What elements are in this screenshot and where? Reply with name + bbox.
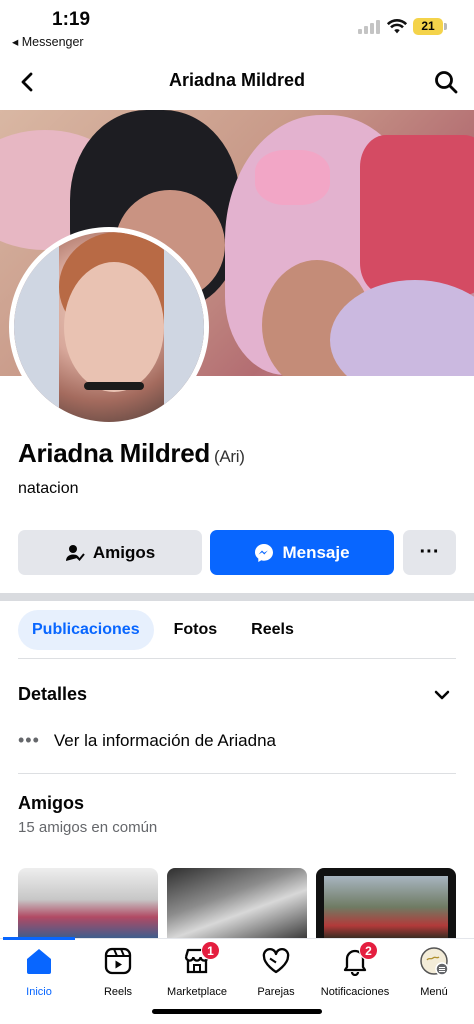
nav-item-marketplace[interactable]: 1 Marketplace [152,941,242,998]
dating-heart-icon [261,946,291,976]
bell-icon: 2 [340,941,378,977]
profile-header: Ariadna Mildred [0,56,474,108]
friends-button-label: Amigos [92,542,156,562]
home-indicator [152,1009,322,1014]
nav-item-parejas[interactable]: Parejas [231,946,321,998]
nav-item-notificaciones[interactable]: 2 Notificaciones [310,941,400,998]
friends-title: Amigos [18,793,85,813]
avatar-photo [14,232,204,422]
see-info-link: Ver la información de Ariadna [53,730,276,750]
profile-full-name: Ariadna Mildred [18,438,210,468]
nav-label-inicio: Inicio [26,986,52,998]
notifications-badge: 2 [359,941,378,960]
profile-bio: natacion [18,480,79,497]
message-button[interactable]: Mensaje [210,530,394,575]
messenger-icon [255,543,274,562]
profile-tabs: Publicaciones Fotos Reels [18,610,308,650]
nav-label-notificaciones: Notificaciones [320,986,390,998]
nav-item-menu[interactable]: Menú [389,946,474,998]
mutual-friends-count: 15 amigos en común [18,819,158,836]
nav-item-inicio[interactable]: Inicio [0,946,84,998]
details-title: Detalles [18,684,88,704]
profile-name: Ariadna Mildred (Ari) [18,438,245,469]
status-bar: 1:19 ◂ Messenger 21 [0,0,474,56]
more-dots-icon: ••• [18,730,40,750]
nav-item-reels[interactable]: Reels [73,946,163,998]
reels-icon [103,946,133,976]
divider [18,658,456,659]
chevron-down-icon[interactable] [433,686,451,704]
see-info-row[interactable]: ••• Ver la información de Ariadna [18,730,276,751]
signal-icon [358,20,382,34]
section-divider [0,593,474,601]
search-icon[interactable] [432,68,460,96]
battery-icon: 21 [413,18,447,35]
marketplace-badge: 1 [201,941,220,960]
status-time: 1:19 [52,9,91,30]
tab-publicaciones[interactable]: Publicaciones [18,610,154,650]
more-options-button[interactable]: ··· [403,530,456,575]
nav-label-reels: Reels [103,986,133,998]
friend-photo[interactable] [316,868,456,938]
friend-photo[interactable] [18,868,158,938]
home-icon [24,946,54,976]
active-tab-indicator [3,937,75,940]
friend-check-icon [65,544,85,561]
profile-avatar[interactable] [9,227,209,427]
menu-avatar-icon [419,946,449,976]
nav-label-menu: Menú [420,986,448,998]
page-title: Ariadna Mildred [168,70,306,90]
message-button-label: Mensaje [282,542,350,562]
wifi-icon [386,19,408,34]
nav-label-marketplace: Marketplace [167,986,227,998]
friend-photo[interactable] [167,868,307,938]
friends-button[interactable]: Amigos [18,530,202,575]
nav-label-parejas: Parejas [257,986,295,998]
back-to-messenger-link[interactable]: ◂ Messenger [12,34,84,49]
marketplace-icon: 1 [182,941,220,976]
profile-nickname: (Ari) [213,447,245,466]
tab-fotos[interactable]: Fotos [160,610,232,650]
divider [18,773,456,774]
tab-reels[interactable]: Reels [237,610,308,650]
